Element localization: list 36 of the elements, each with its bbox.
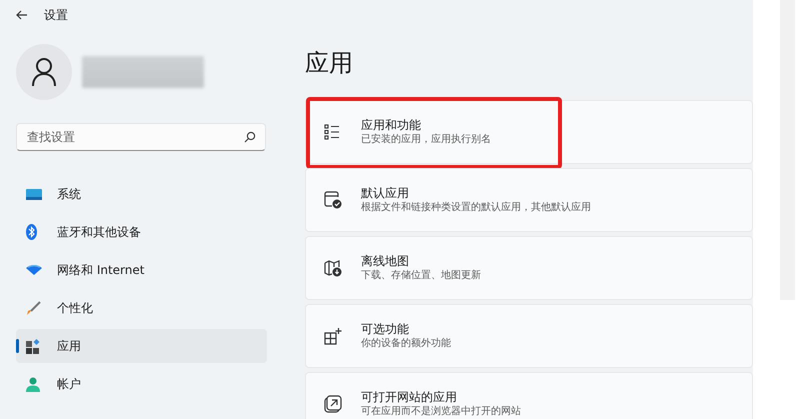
sidebar-item[interactable]: 系统: [16, 177, 267, 211]
card-title: 可选功能: [361, 321, 410, 337]
card-subtitle: 可在应用而不是浏览器中打开的网站: [361, 405, 521, 419]
bluetooth-icon: [26, 224, 37, 240]
sidebar-item[interactable]: 个性化: [16, 291, 267, 325]
list-icon: [324, 124, 340, 140]
sidebar-item[interactable]: 应用: [16, 329, 267, 363]
monitor-icon: [26, 188, 42, 200]
card-subtitle: 下载、存储位置、地图更新: [361, 269, 481, 283]
wifi-icon: [26, 265, 42, 275]
external-link-icon: [324, 395, 342, 413]
card-title: 默认应用: [361, 185, 410, 201]
search-field[interactable]: 查找设置: [16, 123, 266, 151]
map-download-icon: [324, 260, 342, 276]
sidebar-item[interactable]: 网络和 Internet: [16, 253, 267, 287]
settings-card[interactable]: 默认应用 根据文件和链接种类设置的默认应用，其他默认应用: [305, 168, 753, 232]
settings-card[interactable]: 可选功能 你的设备的额外功能: [305, 304, 753, 368]
card-title: 可打开网站的应用: [361, 389, 458, 405]
settings-card[interactable]: 可打开网站的应用 可在应用而不是浏览器中打开的网站: [305, 372, 753, 419]
card-subtitle: 你的设备的额外功能: [361, 337, 451, 351]
person-icon: [26, 376, 40, 392]
card-subtitle: 根据文件和链接种类设置的默认应用，其他默认应用: [361, 201, 591, 215]
settings-card[interactable]: 离线地图 下载、存储位置、地图更新: [305, 236, 753, 300]
brush-icon: [26, 300, 41, 316]
apps-icon: [26, 338, 41, 354]
sidebar-item[interactable]: 帐户: [16, 367, 267, 401]
window-title: 设置: [44, 6, 68, 24]
search-icon: [244, 131, 256, 143]
grid-plus-icon: [324, 327, 342, 345]
window-check-icon: [324, 191, 342, 209]
card-subtitle: 已安装的应用，应用执行别名: [361, 133, 491, 147]
card-title: 应用和功能: [361, 117, 422, 133]
back-arrow-icon[interactable]: [16, 10, 28, 20]
page-title: 应用: [305, 48, 354, 79]
card-title: 离线地图: [361, 253, 410, 269]
sidebar-item[interactable]: 蓝牙和其他设备: [16, 215, 267, 249]
